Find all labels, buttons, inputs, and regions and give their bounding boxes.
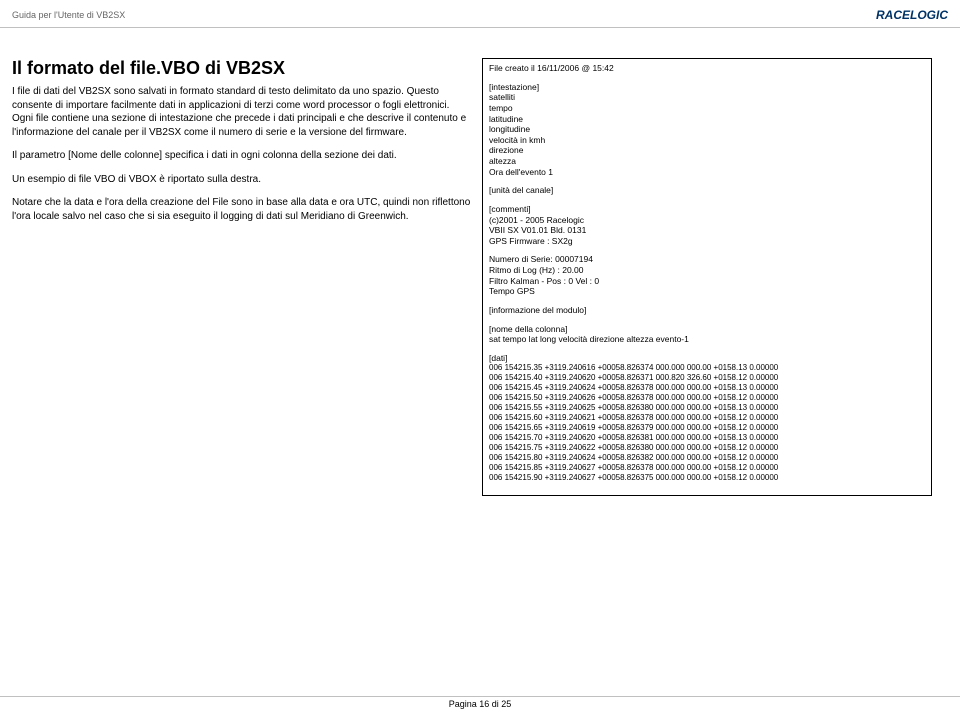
- meta-section: Numero di Serie: 00007194 Ritmo di Log (…: [489, 254, 925, 297]
- brand-logo: RACELOGIC: [876, 8, 948, 22]
- section-heading: Il formato del file.VBO di VB2SX: [12, 58, 472, 79]
- header-section: [intestazione] satelliti tempo latitudin…: [489, 82, 925, 178]
- data-row: 006 154215.45 +3119.240624 +00058.826378…: [489, 383, 925, 393]
- hdr-item: velocità in kmh: [489, 135, 925, 146]
- page-footer: Pagina 16 di 25: [0, 696, 960, 709]
- comment-line: VBII SX V01.01 Bld. 0131: [489, 225, 925, 236]
- hdr-item: satelliti: [489, 92, 925, 103]
- module-info-section: [informazione del modulo]: [489, 305, 925, 316]
- file-example-box: File creato il 16/11/2006 @ 15:42 [intes…: [482, 58, 932, 496]
- comments-section: [commenti] (c)2001 - 2005 Racelogic VBII…: [489, 204, 925, 247]
- hdr-item: altezza: [489, 156, 925, 167]
- rate-line: Ritmo di Log (Hz) : 20.00: [489, 265, 925, 276]
- tempo-gps-line: Tempo GPS: [489, 286, 925, 297]
- page-header: Guida per l'Utente di VB2SX RACELOGIC: [0, 0, 960, 28]
- paragraph-4: Notare che la data e l'ora della creazio…: [12, 196, 472, 223]
- file-created-line: File creato il 16/11/2006 @ 15:42: [489, 63, 925, 74]
- hdr-item: tempo: [489, 103, 925, 114]
- page-number: Pagina 16 di 25: [449, 699, 512, 709]
- data-row: 006 154215.60 +3119.240621 +00058.826378…: [489, 413, 925, 423]
- data-row: 006 154215.70 +3119.240620 +00058.826381…: [489, 433, 925, 443]
- data-row: 006 154215.35 +3119.240616 +00058.826374…: [489, 363, 925, 373]
- kalman-line: Filtro Kalman - Pos : 0 Vel : 0: [489, 276, 925, 287]
- unit-section: [unità del canale]: [489, 185, 925, 196]
- paragraph-3: Un esempio di file VBO di VBOX è riporta…: [12, 173, 472, 187]
- left-column: Il formato del file.VBO di VB2SX I file …: [12, 58, 472, 496]
- data-row: 006 154215.50 +3119.240626 +00058.826378…: [489, 393, 925, 403]
- data-row: 006 154215.85 +3119.240627 +00058.826378…: [489, 463, 925, 473]
- serial-line: Numero di Serie: 00007194: [489, 254, 925, 265]
- hdr-item: longitudine: [489, 124, 925, 135]
- hdr-item: direzione: [489, 145, 925, 156]
- header-section-label: [intestazione]: [489, 82, 925, 93]
- colnames-line: sat tempo lat long velocità direzione al…: [489, 334, 925, 345]
- data-row: 006 154215.40 +3119.240620 +00058.826371…: [489, 373, 925, 383]
- hdr-item: latitudine: [489, 114, 925, 125]
- data-row: 006 154215.55 +3119.240625 +00058.826380…: [489, 403, 925, 413]
- colname-section: [nome della colonna] sat tempo lat long …: [489, 324, 925, 345]
- data-row: 006 154215.90 +3119.240627 +00058.826375…: [489, 473, 925, 483]
- data-section: [dati] 006 154215.35 +3119.240616 +00058…: [489, 353, 925, 484]
- data-row: 006 154215.65 +3119.240619 +00058.826379…: [489, 423, 925, 433]
- doc-title: Guida per l'Utente di VB2SX: [12, 10, 125, 20]
- data-row: 006 154215.80 +3119.240624 +00058.826382…: [489, 453, 925, 463]
- page-content: Il formato del file.VBO di VB2SX I file …: [0, 28, 960, 508]
- paragraph-2: Il parametro [Nome delle colonne] specif…: [12, 149, 472, 163]
- logo-main-text: RACELOGIC: [876, 8, 948, 22]
- hdr-item: Ora dell'evento 1: [489, 167, 925, 178]
- comments-label: [commenti]: [489, 204, 925, 215]
- data-rows: 006 154215.35 +3119.240616 +00058.826374…: [489, 363, 925, 483]
- paragraph-1: I file di dati del VB2SX sono salvati in…: [12, 85, 472, 139]
- comment-line: GPS Firmware : SX2g: [489, 236, 925, 247]
- data-label: [dati]: [489, 353, 925, 364]
- comment-line: (c)2001 - 2005 Racelogic: [489, 215, 925, 226]
- data-row: 006 154215.75 +3119.240622 +00058.826380…: [489, 443, 925, 453]
- colname-label: [nome della colonna]: [489, 324, 925, 335]
